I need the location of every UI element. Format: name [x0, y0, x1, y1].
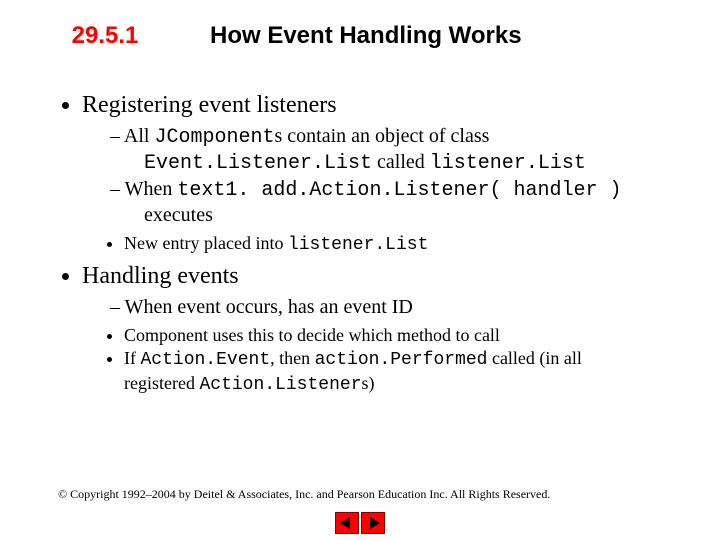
- sub-bullet: New entry placed into listener.List: [124, 232, 660, 257]
- code: Action.Listener: [199, 375, 361, 395]
- section-number: 29.5.1: [0, 22, 210, 50]
- sub-bullet: If Action.Event, then action.Performed c…: [124, 347, 660, 396]
- slide-title: How Event Handling Works: [210, 22, 522, 50]
- nav-controls: [0, 512, 720, 534]
- line2: executes: [126, 203, 660, 228]
- slide-body: Registering event listeners All JCompone…: [0, 50, 720, 396]
- code: listener.List: [288, 235, 428, 255]
- text: New entry placed into: [124, 233, 288, 253]
- text: , then: [270, 348, 315, 368]
- code: Action.Event: [141, 350, 271, 370]
- text: If: [124, 348, 141, 368]
- triangle-right-icon: [370, 517, 380, 529]
- slide: 29.5.1 How Event Handling Works Register…: [0, 0, 720, 540]
- bullet-registering: Registering event listeners All JCompone…: [82, 90, 660, 257]
- sub-bullet: Component uses this to decide which meth…: [124, 324, 660, 347]
- slide-header: 29.5.1 How Event Handling Works: [0, 0, 720, 50]
- bullet-text: Handling events: [82, 263, 239, 289]
- triangle-left-icon: [340, 517, 350, 529]
- text: registered: [124, 373, 199, 393]
- text: s): [362, 373, 375, 393]
- code: JComponent: [154, 126, 274, 149]
- code: Event.Listener.List: [144, 152, 372, 175]
- bullet-text: Registering event listeners: [82, 92, 337, 118]
- copyright-notice: © Copyright 1992–2004 by Deitel & Associ…: [58, 487, 550, 502]
- bullet-handling: Handling events When event occurs, has a…: [82, 261, 660, 397]
- text: called (in all: [487, 348, 581, 368]
- next-button[interactable]: [361, 512, 385, 534]
- dash-item: All JComponents contain an object of cla…: [110, 124, 660, 176]
- prev-button[interactable]: [335, 512, 359, 534]
- code: listener.List: [430, 152, 586, 175]
- code: action.Performed: [315, 350, 488, 370]
- text: called: [372, 151, 430, 173]
- text: s contain an object of class: [275, 125, 490, 147]
- code: text1. add.Action.Listener( handler ): [177, 179, 621, 202]
- text: When: [125, 178, 178, 200]
- dash-item: When text1. add.Action.Listener( handler…: [110, 177, 660, 228]
- line2: Event.Listener.List called listener.List: [126, 150, 660, 176]
- dash-item: When event occurs, has an event ID: [110, 295, 660, 320]
- text: All: [124, 125, 155, 147]
